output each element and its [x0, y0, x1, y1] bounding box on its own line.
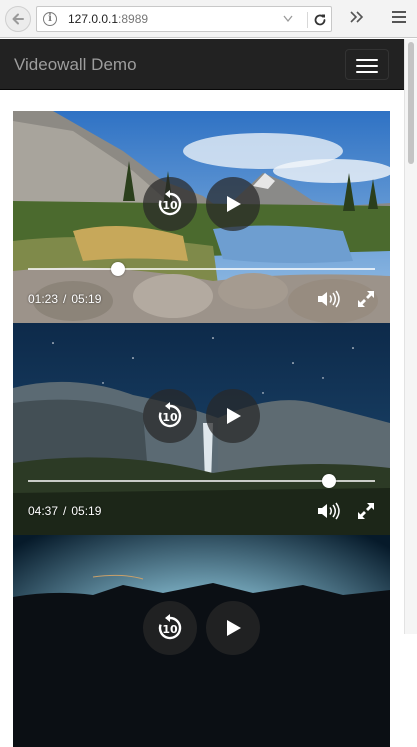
address-bar[interactable]: i 127.0.0.1:8989 [36, 6, 332, 32]
play-button[interactable] [206, 601, 260, 655]
seek-bar[interactable] [28, 474, 375, 488]
volume-icon[interactable] [316, 289, 340, 309]
play-icon [227, 196, 241, 212]
fullscreen-icon[interactable] [356, 501, 376, 521]
time-display: 04:37 / 05:19 [28, 504, 101, 518]
play-button[interactable] [206, 177, 260, 231]
back-arrow-icon[interactable] [5, 6, 31, 32]
current-time: 04:37 [28, 504, 59, 518]
app-navbar: Videowall Demo [0, 39, 404, 90]
duration: 05:19 [71, 292, 102, 306]
page-scrollbar[interactable] [404, 39, 417, 634]
video-frame-dusk-horizon [13, 535, 390, 747]
overflow-chevrons-icon[interactable] [349, 10, 365, 24]
play-button[interactable] [206, 389, 260, 443]
info-icon[interactable]: i [43, 12, 57, 26]
navbar-toggle-button[interactable] [345, 49, 389, 80]
video-player[interactable]: 10 01:23 / 05:19 [13, 111, 390, 323]
time-display: 01:23 / 05:19 [28, 292, 101, 306]
url-text: 127.0.0.1:8989 [68, 12, 148, 26]
browser-toolbar: i 127.0.0.1:8989 [0, 0, 417, 38]
replay-10-icon: 10 [158, 190, 182, 216]
time-separator: / [63, 292, 67, 306]
hamburger-bar-icon [356, 59, 378, 61]
url-divider [307, 12, 308, 28]
url-host: 127.0.0.1 [68, 12, 119, 26]
svg-text:10: 10 [162, 623, 178, 636]
replay-10-icon: 10 [158, 614, 182, 640]
url-port: :8989 [118, 12, 149, 26]
fullscreen-icon[interactable] [356, 289, 376, 309]
scrollbar-thumb[interactable] [408, 42, 414, 164]
volume-icon[interactable] [316, 501, 340, 521]
brand-title[interactable]: Videowall Demo [14, 55, 137, 75]
play-icon [227, 620, 241, 636]
replay-10-button[interactable]: 10 [143, 601, 197, 655]
video-player[interactable]: 10 04:37 / 05:19 [13, 323, 390, 535]
replay-10-button[interactable]: 10 [143, 389, 197, 443]
time-separator: / [63, 504, 67, 518]
duration: 05:19 [71, 504, 102, 518]
play-icon [227, 408, 241, 424]
hamburger-bar-icon [356, 65, 378, 67]
hamburger-menu-icon[interactable] [391, 10, 407, 24]
video-player[interactable]: 10 [13, 535, 390, 747]
current-time: 01:23 [28, 292, 59, 306]
svg-text:10: 10 [162, 411, 178, 424]
hamburger-bar-icon [356, 71, 378, 73]
seek-bar[interactable] [28, 262, 375, 276]
chevron-down-icon[interactable] [283, 15, 293, 23]
reload-icon[interactable] [312, 12, 328, 28]
replay-10-icon: 10 [158, 402, 182, 428]
replay-10-button[interactable]: 10 [143, 177, 197, 231]
svg-text:10: 10 [162, 199, 178, 212]
